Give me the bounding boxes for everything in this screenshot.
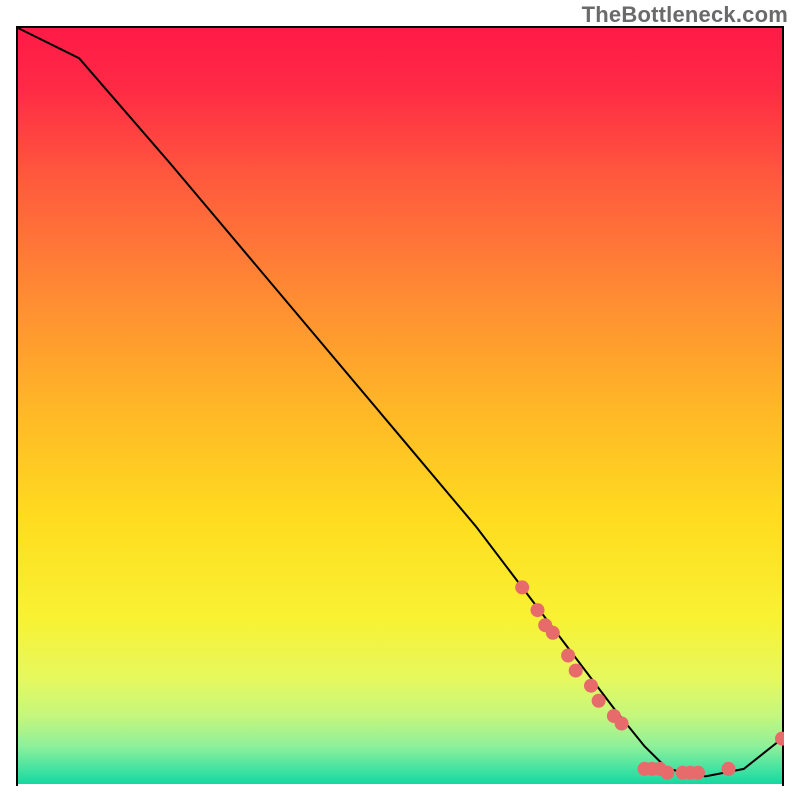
data-point (561, 649, 575, 663)
data-point (660, 766, 674, 780)
gradient-background (18, 28, 782, 784)
data-point (592, 694, 606, 708)
attribution-text: TheBottleneck.com (582, 2, 788, 28)
data-point (615, 717, 629, 731)
data-point (515, 580, 529, 594)
data-point (546, 626, 560, 640)
chart-canvas (16, 26, 784, 786)
data-point (691, 766, 705, 780)
data-point (722, 762, 736, 776)
data-point (531, 603, 545, 617)
data-point (584, 679, 598, 693)
data-point (569, 664, 583, 678)
